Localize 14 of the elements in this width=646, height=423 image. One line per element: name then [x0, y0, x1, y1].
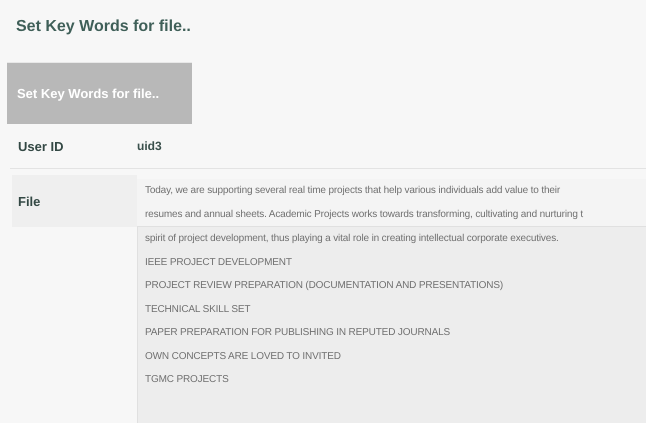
text-line: OWN CONCEPTS ARE LOVED TO INVITED [145, 350, 342, 364]
field-label: User ID [18, 138, 65, 154]
page-title: Set Key Words for file.. [16, 18, 191, 36]
text-line: spirit of project development, thus playing a vital role in creating intellectual corporate executives. [145, 232, 560, 246]
text-line: Today, we are supporting several real time projects that help various individuals add value to their [145, 184, 562, 198]
text-line: TGMC PROJECTS [145, 373, 230, 387]
text-line: IEEE PROJECT DEVELOPMENT [145, 256, 293, 270]
text-line: PAPER PREPARATION FOR PUBLISHING IN REPUTED JOURNALS [145, 326, 452, 340]
field-value: uid3 [137, 139, 162, 153]
text-line: TECHNICAL SKILL SET [145, 302, 252, 316]
text-line: PROJECT REVIEW PREPARATION (DOCUMENTATION AND PRESENTATIONS) [145, 279, 504, 293]
field-label: File [18, 194, 40, 208]
banner-title: Set Key Words for file.. [17, 86, 160, 101]
text-line: resumes and annual sheets. Academic Projects works towards transforming, cultivating and nurturing t [145, 208, 584, 222]
